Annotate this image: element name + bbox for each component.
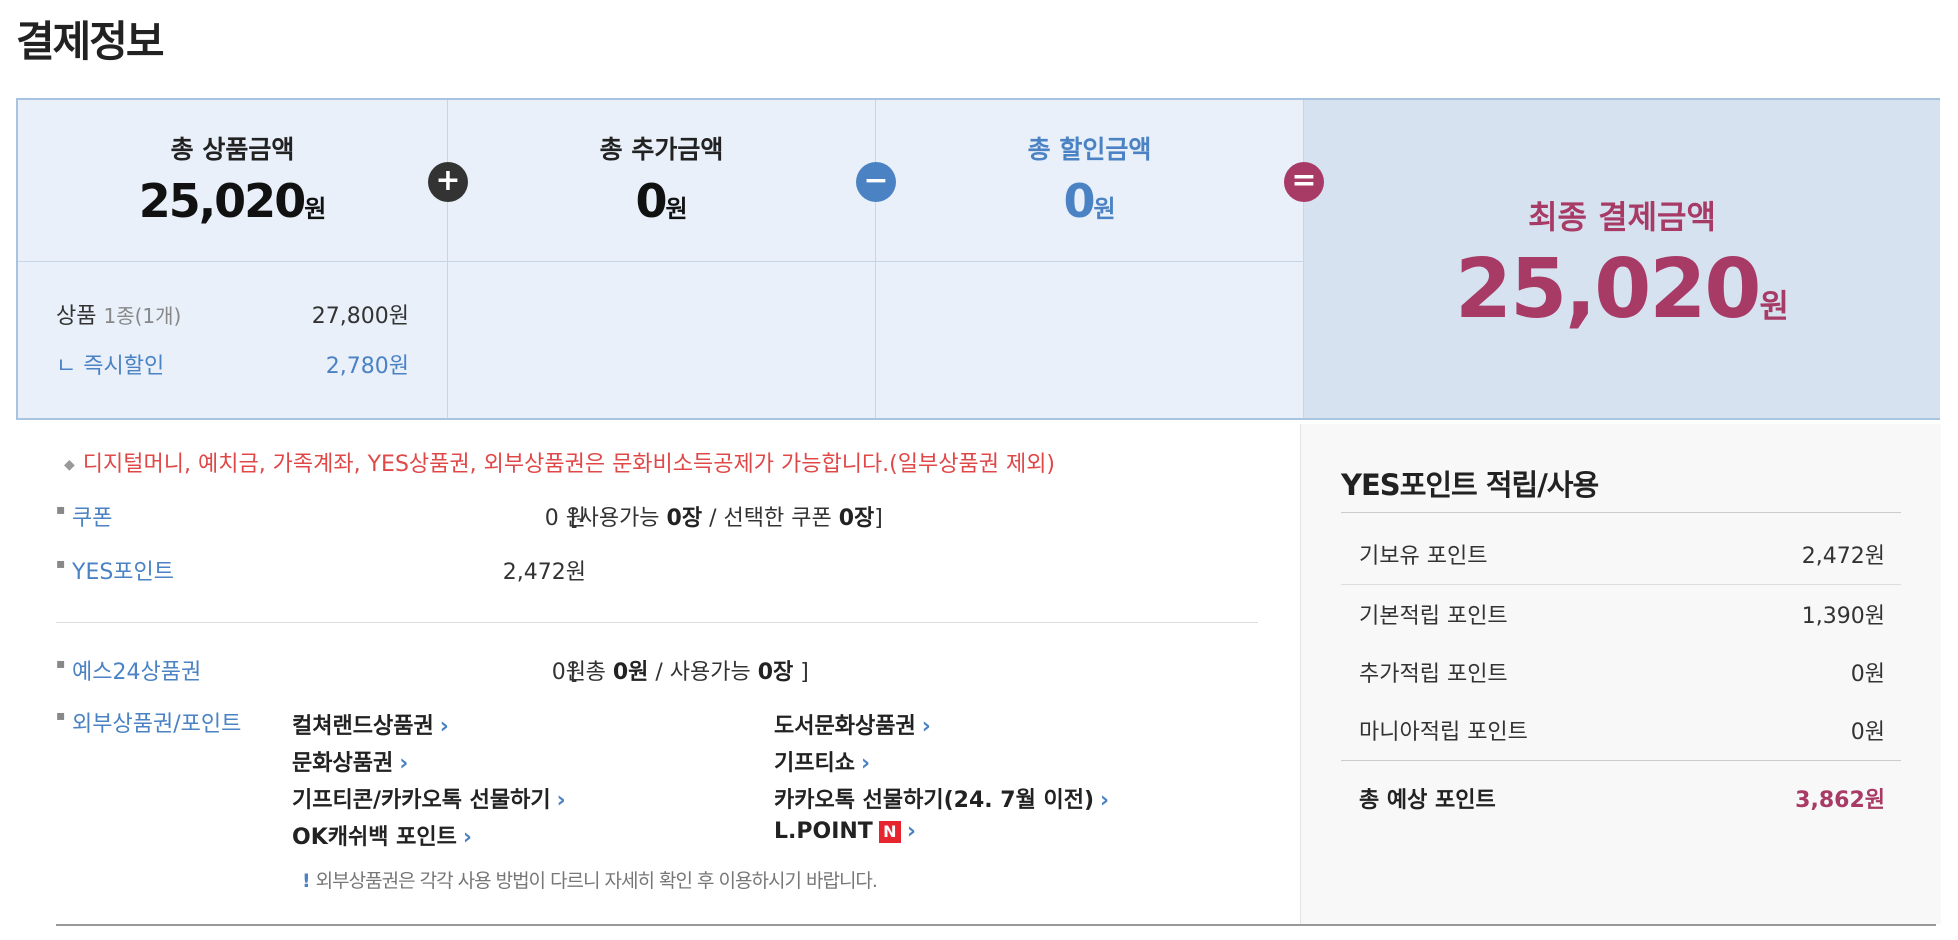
income-deduction-notice: ◆ 디지털머니, 예치금, 가족계좌, YES상품권, 외부상품권은 문화비소득공… [64, 446, 1055, 478]
chevron-right-icon: › [439, 714, 449, 739]
book-culture-link[interactable]: 도서문화상품권 › [774, 708, 931, 740]
coupon-row: ▪ 쿠폰 0 원 [사용가능 0장 / 선택한 쿠폰 0장] [56, 500, 1256, 532]
chevron-right-icon: › [462, 825, 472, 850]
divider [56, 924, 1936, 926]
plus-icon: + [428, 162, 468, 202]
discount-total-label: 총 할인금액 [1027, 135, 1152, 164]
culture-voucher-link[interactable]: 문화상품권 › [292, 745, 408, 777]
lpoint-link[interactable]: L.POINT N › [774, 819, 916, 844]
yes24-voucher-row: ▪ 예스24상품권 0원 [ 총 0원 / 사용가능 0장 ] [56, 654, 1256, 686]
points-panel-title: YES포인트 적립/사용 [1341, 468, 1599, 502]
extra-total-label: 총 추가금액 [599, 135, 724, 164]
extra-total-column: 총 추가금액 0원 [448, 100, 876, 418]
product-total-unit: 원 [304, 195, 327, 223]
chevron-right-icon: › [1100, 788, 1110, 813]
divider [1341, 760, 1901, 761]
final-payment-amount: 25,020원 [1304, 242, 1940, 337]
product-value: 27,800원 [311, 304, 409, 329]
coupon-info: [사용가능 0장 / 선택한 쿠폰 0장] [570, 506, 883, 531]
external-voucher-warning: ! 외부상품권은 각각 사용 방법이 다르니 자세히 확인 후 이용하시기 바랍니… [302, 870, 878, 892]
yes-point-row: ▪ YES포인트 2,472원 [56, 554, 1256, 586]
product-total-label: 총 상품금액 [170, 135, 295, 164]
yes-point-link[interactable]: YES포인트 [72, 554, 174, 586]
page-title: 결제정보 [16, 17, 165, 66]
gifticon-kakao-link[interactable]: 기프티콘/카카오톡 선물하기 › [292, 782, 566, 814]
kakao-gift-old-link[interactable]: 카카오톡 선물하기(24. 7월 이전) › [774, 782, 1109, 814]
chevron-right-icon: › [921, 714, 931, 739]
external-voucher-row: ▪ 외부상품권/포인트 [56, 706, 286, 737]
product-label: 상품 [56, 304, 97, 329]
chevron-right-icon: › [906, 819, 916, 844]
npay-icon: N [878, 821, 901, 843]
bullet-icon: ▪ [56, 556, 66, 572]
bullet-icon: ▪ [56, 502, 66, 518]
product-count: 1종(1개) [103, 304, 182, 328]
final-payment-unit: 원 [1759, 287, 1789, 325]
extra-total-value: 0 [635, 174, 667, 228]
final-payment-label: 최종 결제금액 [1528, 198, 1716, 236]
divider [1341, 512, 1901, 513]
chevron-right-icon: › [860, 751, 871, 776]
cultureland-link[interactable]: 컬쳐랜드상품권 › [292, 708, 449, 740]
giftishow-link[interactable]: 기프티쇼 › [774, 745, 870, 777]
payment-summary: 총 상품금액 25,020원 상품 1종(1개) 27,800원 ㄴ 즉시할인 … [16, 98, 1940, 420]
minus-icon: − [856, 162, 896, 202]
chevron-right-icon: › [556, 788, 566, 813]
product-total-column: 총 상품금액 25,020원 상품 1종(1개) 27,800원 ㄴ 즉시할인 … [18, 100, 448, 418]
divider [1341, 584, 1901, 585]
product-total-value: 25,020 [138, 174, 307, 228]
extra-total-unit: 원 [665, 195, 688, 223]
bullet-icon: ▪ [56, 656, 66, 672]
yes24-voucher-link[interactable]: 예스24상품권 [72, 654, 201, 686]
yes24-voucher-info: [ 총 0원 / 사용가능 0장 ] [570, 660, 809, 685]
notice-text: 디지털머니, 예치금, 가족계좌, YES상품권, 외부상품권은 문화비소득공제… [82, 452, 1056, 477]
instant-discount-label: ㄴ 즉시할인 [56, 354, 165, 379]
coupon-link[interactable]: 쿠폰 [72, 500, 112, 532]
instant-discount-value: 2,780원 [325, 354, 409, 379]
equals-icon: = [1284, 162, 1324, 202]
exclamation-icon: ! [302, 870, 311, 892]
extra-total-amount: 0원 [448, 174, 875, 228]
external-voucher-label: 외부상품권/포인트 [72, 712, 242, 737]
final-payment-value: 25,020 [1455, 242, 1761, 337]
discount-total-unit: 원 [1093, 195, 1116, 223]
final-payment-panel: 최종 결제금액 25,020원 [1304, 100, 1940, 418]
ok-cashbag-link[interactable]: OK캐쉬백 포인트 › [292, 819, 472, 851]
divider [56, 622, 1258, 623]
product-total-amount: 25,020원 [18, 174, 447, 228]
discount-total-value: 0 [1063, 174, 1095, 228]
points-panel: YES포인트 적립/사용 기보유 포인트 2,472원 기본적립 포인트 1,390… [1300, 424, 1941, 924]
bullet-icon: ▪ [56, 708, 66, 724]
yes-point-amount: 2,472원 [502, 560, 586, 585]
discount-total-column: 총 할인금액 0원 [876, 100, 1304, 418]
discount-total-amount: 0원 [876, 174, 1303, 228]
bullet-icon: ◆ [64, 457, 75, 473]
chevron-right-icon: › [399, 751, 409, 776]
